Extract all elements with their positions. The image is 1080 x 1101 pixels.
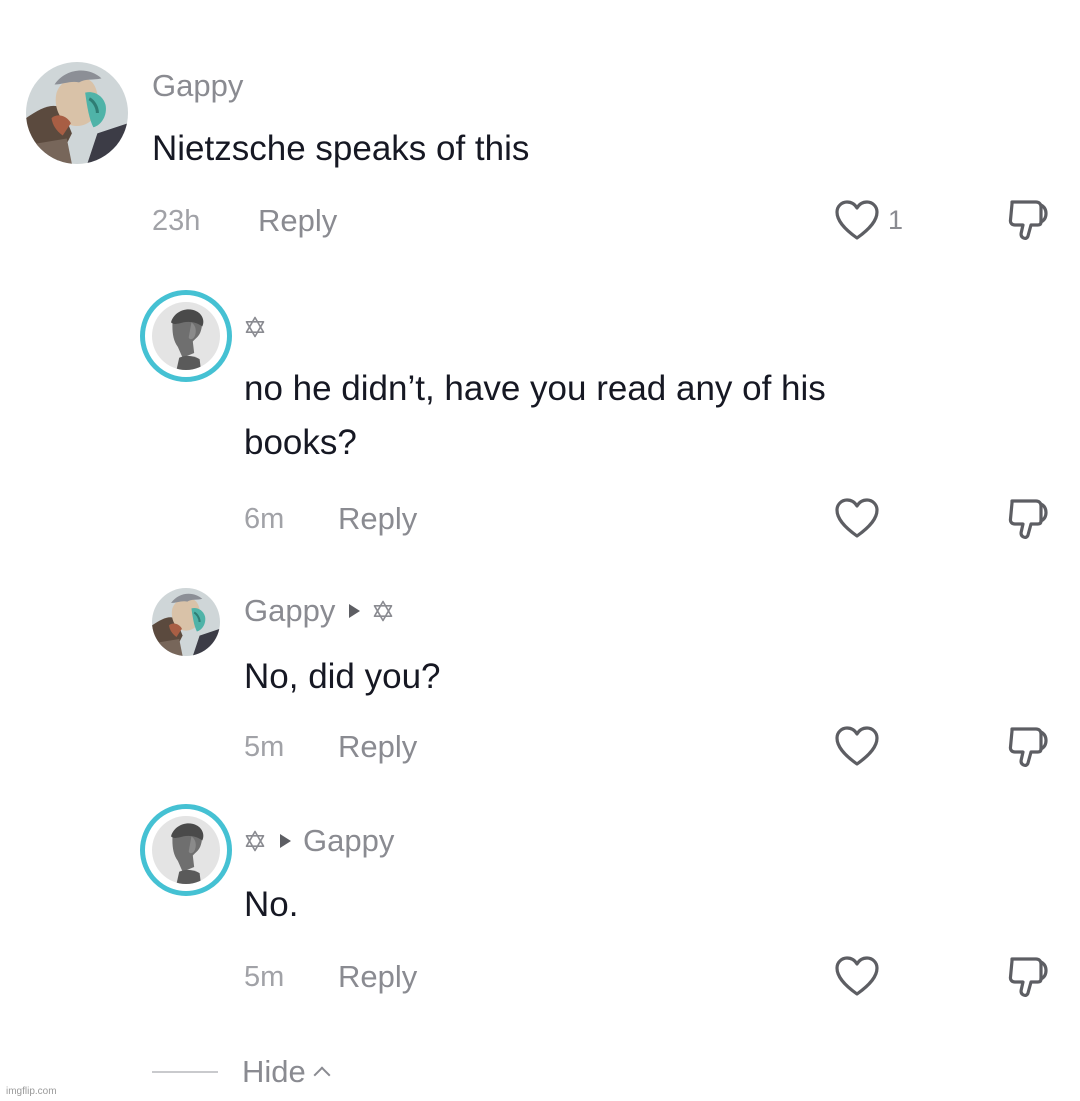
comment-text-content: No. <box>244 885 299 924</box>
author-name[interactable]: Gappy <box>244 593 335 629</box>
watermark: imgflip.com <box>6 1086 57 1097</box>
comment-timestamp: 5m <box>244 731 285 763</box>
reply-button[interactable]: Reply <box>338 959 417 995</box>
thumbs-down-icon <box>1003 723 1049 769</box>
avatar-image <box>152 816 220 884</box>
play-arrow-icon <box>280 834 291 848</box>
heart-outline-icon <box>834 199 880 241</box>
like-button[interactable] <box>834 497 880 539</box>
hide-label: Hide <box>242 1054 306 1089</box>
comment-text-line: no he didn’t, have you read any of his <box>244 369 826 408</box>
dislike-button[interactable] <box>1003 196 1049 242</box>
reply-button[interactable]: Reply <box>338 501 417 537</box>
star-of-david-icon <box>244 316 266 338</box>
like-button[interactable] <box>834 955 880 997</box>
reply-to-name[interactable]: Gappy <box>303 823 394 859</box>
comment-author[interactable]: Gappy <box>152 68 243 104</box>
comment-timestamp: 6m <box>244 503 285 535</box>
heart-outline-icon <box>834 955 880 997</box>
avatar[interactable] <box>152 588 220 656</box>
dislike-button[interactable] <box>1003 495 1049 541</box>
reply-button[interactable]: Reply <box>338 729 417 765</box>
like-button[interactable] <box>834 725 880 767</box>
hide-replies-row: Hide <box>152 1054 331 1090</box>
author-name[interactable]: Gappy <box>152 68 243 104</box>
reply-button[interactable]: Reply <box>258 203 337 239</box>
dislike-button[interactable] <box>1003 953 1049 999</box>
star-of-david-icon <box>372 600 394 622</box>
heart-outline-icon <box>834 497 880 539</box>
avatar[interactable] <box>152 816 220 884</box>
thumbs-down-icon <box>1003 495 1049 541</box>
comment-author[interactable]: Gappy <box>244 593 394 629</box>
chevron-up-icon <box>313 1066 331 1084</box>
dislike-button[interactable] <box>1003 723 1049 769</box>
avatar-image <box>152 302 220 370</box>
comment-text: no he didn’t, have you read any of his b… <box>244 362 826 470</box>
like-count: 1 <box>888 204 904 235</box>
play-arrow-icon <box>349 604 361 618</box>
comment-author[interactable] <box>244 316 266 338</box>
avatar-image <box>26 62 128 164</box>
like-button[interactable]: 1 <box>834 199 903 241</box>
heart-outline-icon <box>834 725 880 767</box>
comment-timestamp: 23h <box>152 205 201 237</box>
comment-timestamp: 5m <box>244 961 285 993</box>
avatar[interactable] <box>26 62 128 164</box>
divider-line <box>152 1071 218 1073</box>
thumbs-down-icon <box>1003 953 1049 999</box>
star-of-david-icon <box>244 830 266 852</box>
comment-text-content: No, did you? <box>244 657 441 696</box>
hide-replies-button[interactable]: Hide <box>242 1054 331 1090</box>
thumbs-down-icon <box>1003 196 1049 242</box>
comment-text-line: books? <box>244 423 357 462</box>
comment-author[interactable]: Gappy <box>244 823 394 859</box>
avatar-image <box>152 588 220 656</box>
avatar[interactable] <box>152 302 220 370</box>
comment-text: No. <box>244 878 298 932</box>
comment-text: No, did you? <box>244 650 441 704</box>
comment-text-content: Nietzsche speaks of this <box>152 129 530 168</box>
comment-text: Nietzsche speaks of this <box>152 122 529 176</box>
